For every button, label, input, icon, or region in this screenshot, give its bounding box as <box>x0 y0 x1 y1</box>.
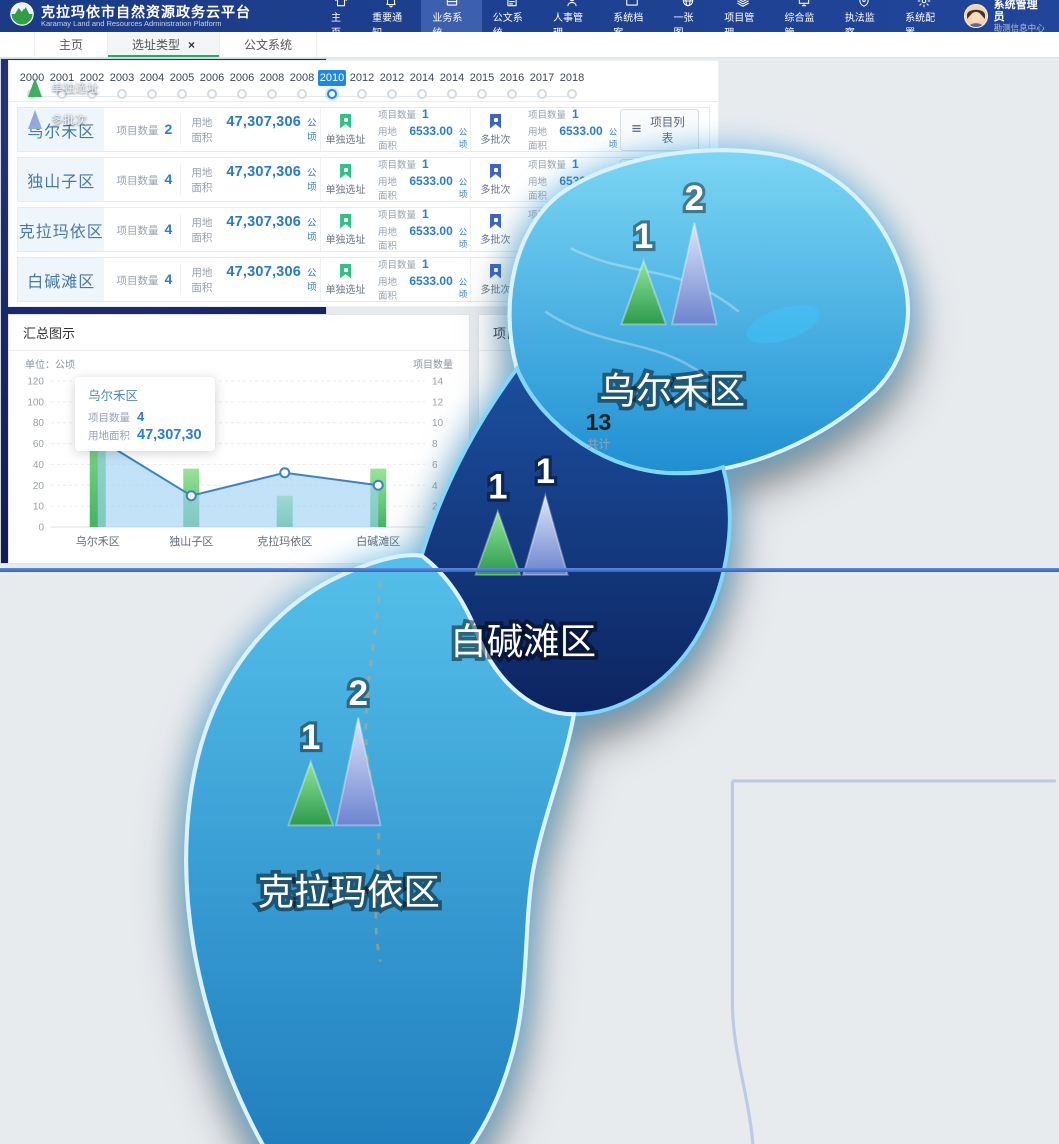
nav-item-bell[interactable]: 重要通知 <box>361 0 421 32</box>
nav-item-label: 项目管理 <box>724 9 762 39</box>
tab-3[interactable]: 公文系统 <box>220 32 317 57</box>
user-avatar-icon[interactable] <box>964 4 987 28</box>
nav-item-label: 一张图 <box>674 9 703 39</box>
donut-total-label: 共计 <box>587 436 610 452</box>
app-header: 克拉玛依市自然资源政务云平台 Karamay Land and Resource… <box>0 0 1059 32</box>
nav-item-label: 系统配置 <box>905 9 943 39</box>
map-legend-item: 多批次 <box>28 110 99 129</box>
tooltip-title: 乌尔禾区 <box>88 385 202 404</box>
nav-item-shield[interactable]: 执法监察 <box>834 0 894 32</box>
person-icon <box>565 0 579 8</box>
map-markers: 12乌尔禾区11白碱滩区12克拉玛依区12独山子区 <box>92 179 327 564</box>
nav-item-label: 人事管理 <box>553 9 591 39</box>
gear-icon <box>917 0 931 8</box>
donut-chart: 13 共计 <box>545 377 653 485</box>
app-title: 克拉玛依市自然资源政务云平台 <box>41 5 251 19</box>
nav-item-label: 综合监管 <box>785 9 823 39</box>
nav-item-folder[interactable]: 系统档案 <box>602 0 662 32</box>
main-content: 2000200120022003200420052006200620082008… <box>0 58 1059 572</box>
tooltip-label-2: 用地面积 <box>88 428 130 443</box>
blue-triangle-icon <box>28 110 42 129</box>
donut-total: 13 <box>586 410 612 434</box>
nav-item-globe[interactable]: 一张图 <box>663 0 714 32</box>
nav-item-home[interactable]: 主页 <box>320 0 361 32</box>
tab-label: 选址类型 <box>132 36 180 53</box>
nav-item-monitor[interactable]: 综合监管 <box>774 0 834 32</box>
timeline-dot[interactable] <box>297 89 307 99</box>
globe-icon <box>681 0 695 8</box>
timeline-dot[interactable] <box>417 89 427 99</box>
timeline-dot[interactable] <box>207 89 217 99</box>
timeline-dot[interactable] <box>267 89 277 99</box>
map-legend: 单独选址多批次 <box>28 78 99 142</box>
shield-icon <box>857 0 871 8</box>
nav-item-label: 执法监察 <box>845 9 883 39</box>
nav-item-gear[interactable]: 系统配置 <box>894 0 954 32</box>
timeline-dot[interactable] <box>147 89 157 99</box>
nav-item-person[interactable]: 人事管理 <box>542 0 602 32</box>
layers-icon <box>736 0 750 8</box>
timeline-dot[interactable] <box>237 89 247 99</box>
nav-item-label: 主页 <box>331 9 350 39</box>
nav-item-label: 业务系统 <box>432 9 470 39</box>
top-navigation: 主页重要通知业务系统公文系统人事管理系统档案一张图项目管理综合监管执法监察系统配… <box>320 0 954 32</box>
tooltip-label-1: 项目数量 <box>88 410 130 425</box>
map-legend-item: 单独选址 <box>28 78 99 97</box>
tab-1[interactable]: 主页 <box>34 32 108 57</box>
map-legend-label: 多批次 <box>51 111 87 128</box>
user-name: 系统管理员 <box>994 0 1047 23</box>
timeline-dot[interactable] <box>387 89 397 99</box>
timeline-dot[interactable] <box>447 89 457 99</box>
home-icon <box>334 0 348 8</box>
tab-2[interactable]: 选址类型 × <box>108 32 220 57</box>
timeline-dot[interactable] <box>477 89 487 99</box>
nav-item-label: 系统档案 <box>613 9 651 39</box>
chart-tooltip: 乌尔禾区 项目数量 4 用地面积 47,307,30 <box>75 377 215 451</box>
map-regions[interactable] <box>186 150 327 564</box>
user-box[interactable]: 系统管理员 勘测信息中心 <box>954 0 1059 33</box>
nav-item-layers[interactable]: 项目管理 <box>713 0 773 32</box>
tab-label: 主页 <box>59 36 83 53</box>
app-subtitle: Karamay Land and Resources Administratio… <box>41 19 251 28</box>
nav-item-document[interactable]: 公文系统 <box>482 0 542 32</box>
bell-icon <box>384 0 398 8</box>
tooltip-value-1: 4 <box>137 409 144 424</box>
green-triangle-icon <box>28 78 42 97</box>
brand: 克拉玛依市自然资源政务云平台 Karamay Land and Resource… <box>0 2 320 31</box>
tab-close-icon[interactable]: × <box>188 39 195 51</box>
timeline-dot[interactable] <box>327 89 337 99</box>
nav-item-label: 重要通知 <box>372 9 410 39</box>
region-kelamayi <box>186 555 327 564</box>
map-panel[interactable]: 12乌尔禾区11白碱滩区12克拉玛依区12独山子区 沙湾县石河子 单独选址多批次 <box>0 58 327 564</box>
timeline-dot[interactable] <box>177 89 187 99</box>
app-root: 克拉玛依市自然资源政务云平台 Karamay Land and Resource… <box>0 0 1059 572</box>
monitor-icon <box>797 0 811 8</box>
nav-item-briefcase[interactable]: 业务系统 <box>421 0 481 32</box>
briefcase-icon <box>445 0 459 8</box>
folder-icon <box>625 0 639 8</box>
user-department: 勘测信息中心 <box>994 23 1047 33</box>
logo-icon <box>10 2 34 31</box>
timeline-dot[interactable] <box>117 89 127 99</box>
document-icon <box>505 0 519 8</box>
timeline-dot[interactable] <box>567 89 577 99</box>
tab-label: 公文系统 <box>244 36 292 53</box>
timeline-dot[interactable] <box>357 89 367 99</box>
map-legend-label: 单独选址 <box>51 79 99 96</box>
tooltip-value-2: 47,307,30 <box>137 427 202 443</box>
timeline-dot[interactable] <box>507 89 517 99</box>
timeline-dot[interactable] <box>537 89 547 99</box>
nav-item-label: 公文系统 <box>493 9 531 39</box>
